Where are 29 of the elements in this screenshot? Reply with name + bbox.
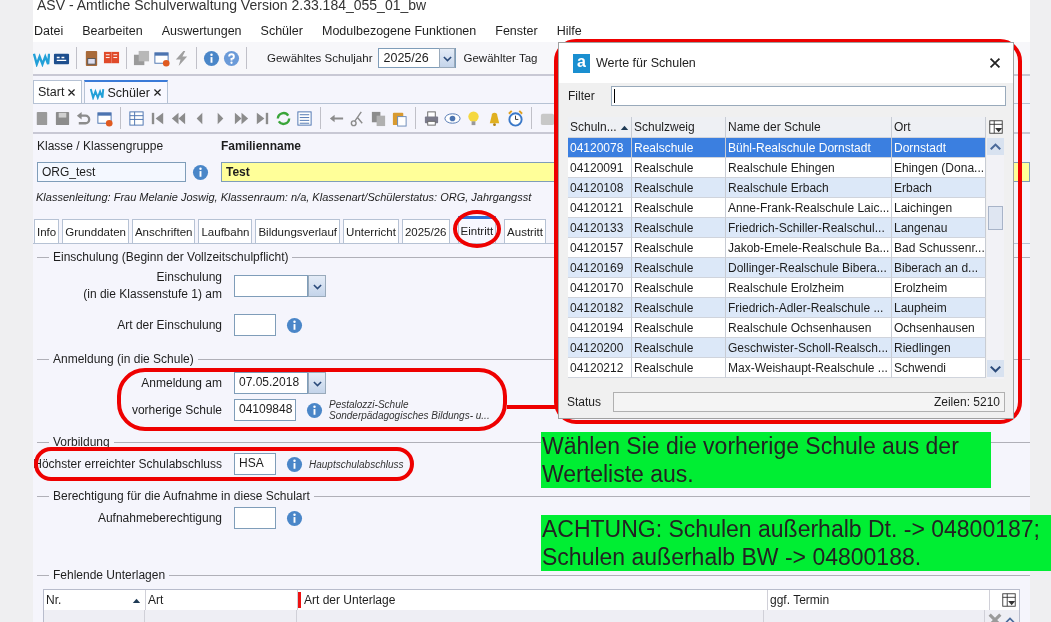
dialog-title: Werte für Schulen xyxy=(596,56,697,70)
window-title: ASV - Amtliche Schulverwaltung Version 2.33.184_055_01_bw xyxy=(37,0,427,13)
school-year-label: Gewähltes Schuljahr xyxy=(267,52,373,64)
status-label: Status xyxy=(567,395,602,409)
field-label: Aufnahmeberechtigung xyxy=(96,509,222,527)
section-title: Berechtigung für die Aufnahme in diese Schulart xyxy=(53,489,310,503)
day-label: Gewählter Tag xyxy=(463,52,538,64)
field-description: Hauptschulabschluss xyxy=(309,458,404,470)
field-label: Anmeldung am xyxy=(140,374,222,392)
section-title: Vorbildung xyxy=(53,435,110,449)
class-info-text: Klassenleitung: Frau Melanie Joswig, Klassenraum: n/a, Klassenart/Schülerstatus: ORG, Jahrgangsst xyxy=(35,190,532,205)
field-description: Pestalozzi-Schule Sonderpädagogisches Bildungs- u... xyxy=(329,399,490,421)
hint-text: Wählen Sie die vorherige Schule aus der Werteliste aus. xyxy=(541,432,991,488)
section-title: Einschulung (Beginn der Vollzeitschulpflicht) xyxy=(53,250,289,264)
table-cell: 04120212 xyxy=(568,358,632,378)
app-logo: a xyxy=(573,53,590,73)
filter-label: Filter xyxy=(568,89,595,103)
class-label: Klasse / Klassengruppe xyxy=(37,139,165,153)
table-cell: Max-Weishaupt-Realschule ... xyxy=(726,358,892,378)
field-label: Einschulung (in die Klassenstufe 1) am xyxy=(82,269,222,303)
field-label: Art der Einschulung xyxy=(116,316,222,334)
field-label: vorherige Schule xyxy=(130,401,222,419)
section-title: Anmeldung (in die Schule) xyxy=(53,352,194,366)
surname-label: Familienname xyxy=(221,139,302,153)
section-title: Fehlende Unterlagen xyxy=(53,568,166,582)
hint-text: ACHTUNG: Schulen außerhalb Dt. -> 04800187; Schulen außerhalb BW -> 04800188. xyxy=(541,515,1051,571)
status-field: Zeilen: 5210 xyxy=(613,392,1005,412)
table-cell: Schwendi xyxy=(892,358,986,378)
table-cell: Realschule xyxy=(632,358,726,378)
